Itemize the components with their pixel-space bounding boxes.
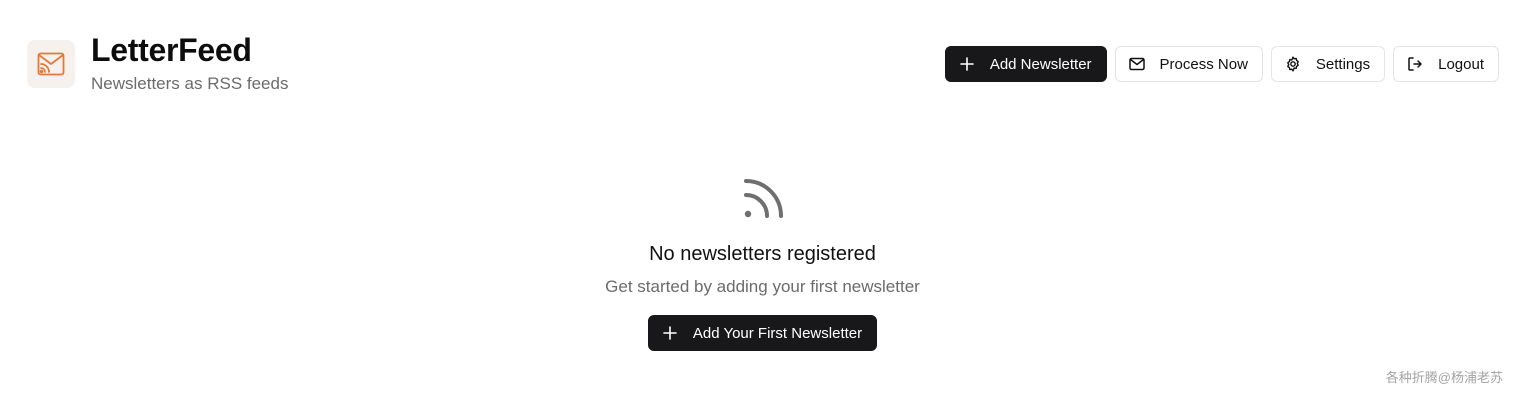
add-first-newsletter-button[interactable]: Add Your First Newsletter bbox=[647, 315, 878, 351]
add-newsletter-label: Add Newsletter bbox=[989, 55, 1092, 73]
watermark-text: 各种折腾@杨浦老苏 bbox=[1385, 370, 1503, 385]
empty-state-description: Get started by adding your first newslet… bbox=[605, 277, 920, 296]
header-toolbar: Add Newsletter Process Now Settings Logo… bbox=[944, 46, 1499, 82]
app-page: LetterFeed Newsletters as RSS feeds Add … bbox=[0, 0, 1525, 404]
mail-icon bbox=[1128, 56, 1145, 72]
settings-label: Settings bbox=[1315, 55, 1371, 73]
mail-rss-icon bbox=[37, 52, 65, 76]
logout-label: Logout bbox=[1438, 55, 1484, 73]
empty-state: No newsletters registered Get started by… bbox=[0, 178, 1525, 351]
gear-icon bbox=[1285, 56, 1301, 72]
app-subtitle: Newsletters as RSS feeds bbox=[91, 74, 289, 93]
app-title: LetterFeed bbox=[91, 32, 252, 68]
settings-button[interactable]: Settings bbox=[1270, 46, 1386, 82]
process-now-label: Process Now bbox=[1159, 55, 1248, 73]
add-newsletter-button[interactable]: Add Newsletter bbox=[944, 46, 1107, 82]
add-first-newsletter-label: Add Your First Newsletter bbox=[692, 324, 863, 342]
empty-state-title: No newsletters registered bbox=[649, 243, 876, 265]
rss-icon bbox=[743, 179, 783, 218]
plus-icon bbox=[662, 325, 678, 341]
process-now-button[interactable]: Process Now bbox=[1114, 46, 1263, 82]
plus-icon bbox=[959, 56, 975, 72]
logout-icon bbox=[1407, 56, 1423, 72]
logout-button[interactable]: Logout bbox=[1393, 46, 1499, 82]
app-logo bbox=[27, 40, 75, 88]
